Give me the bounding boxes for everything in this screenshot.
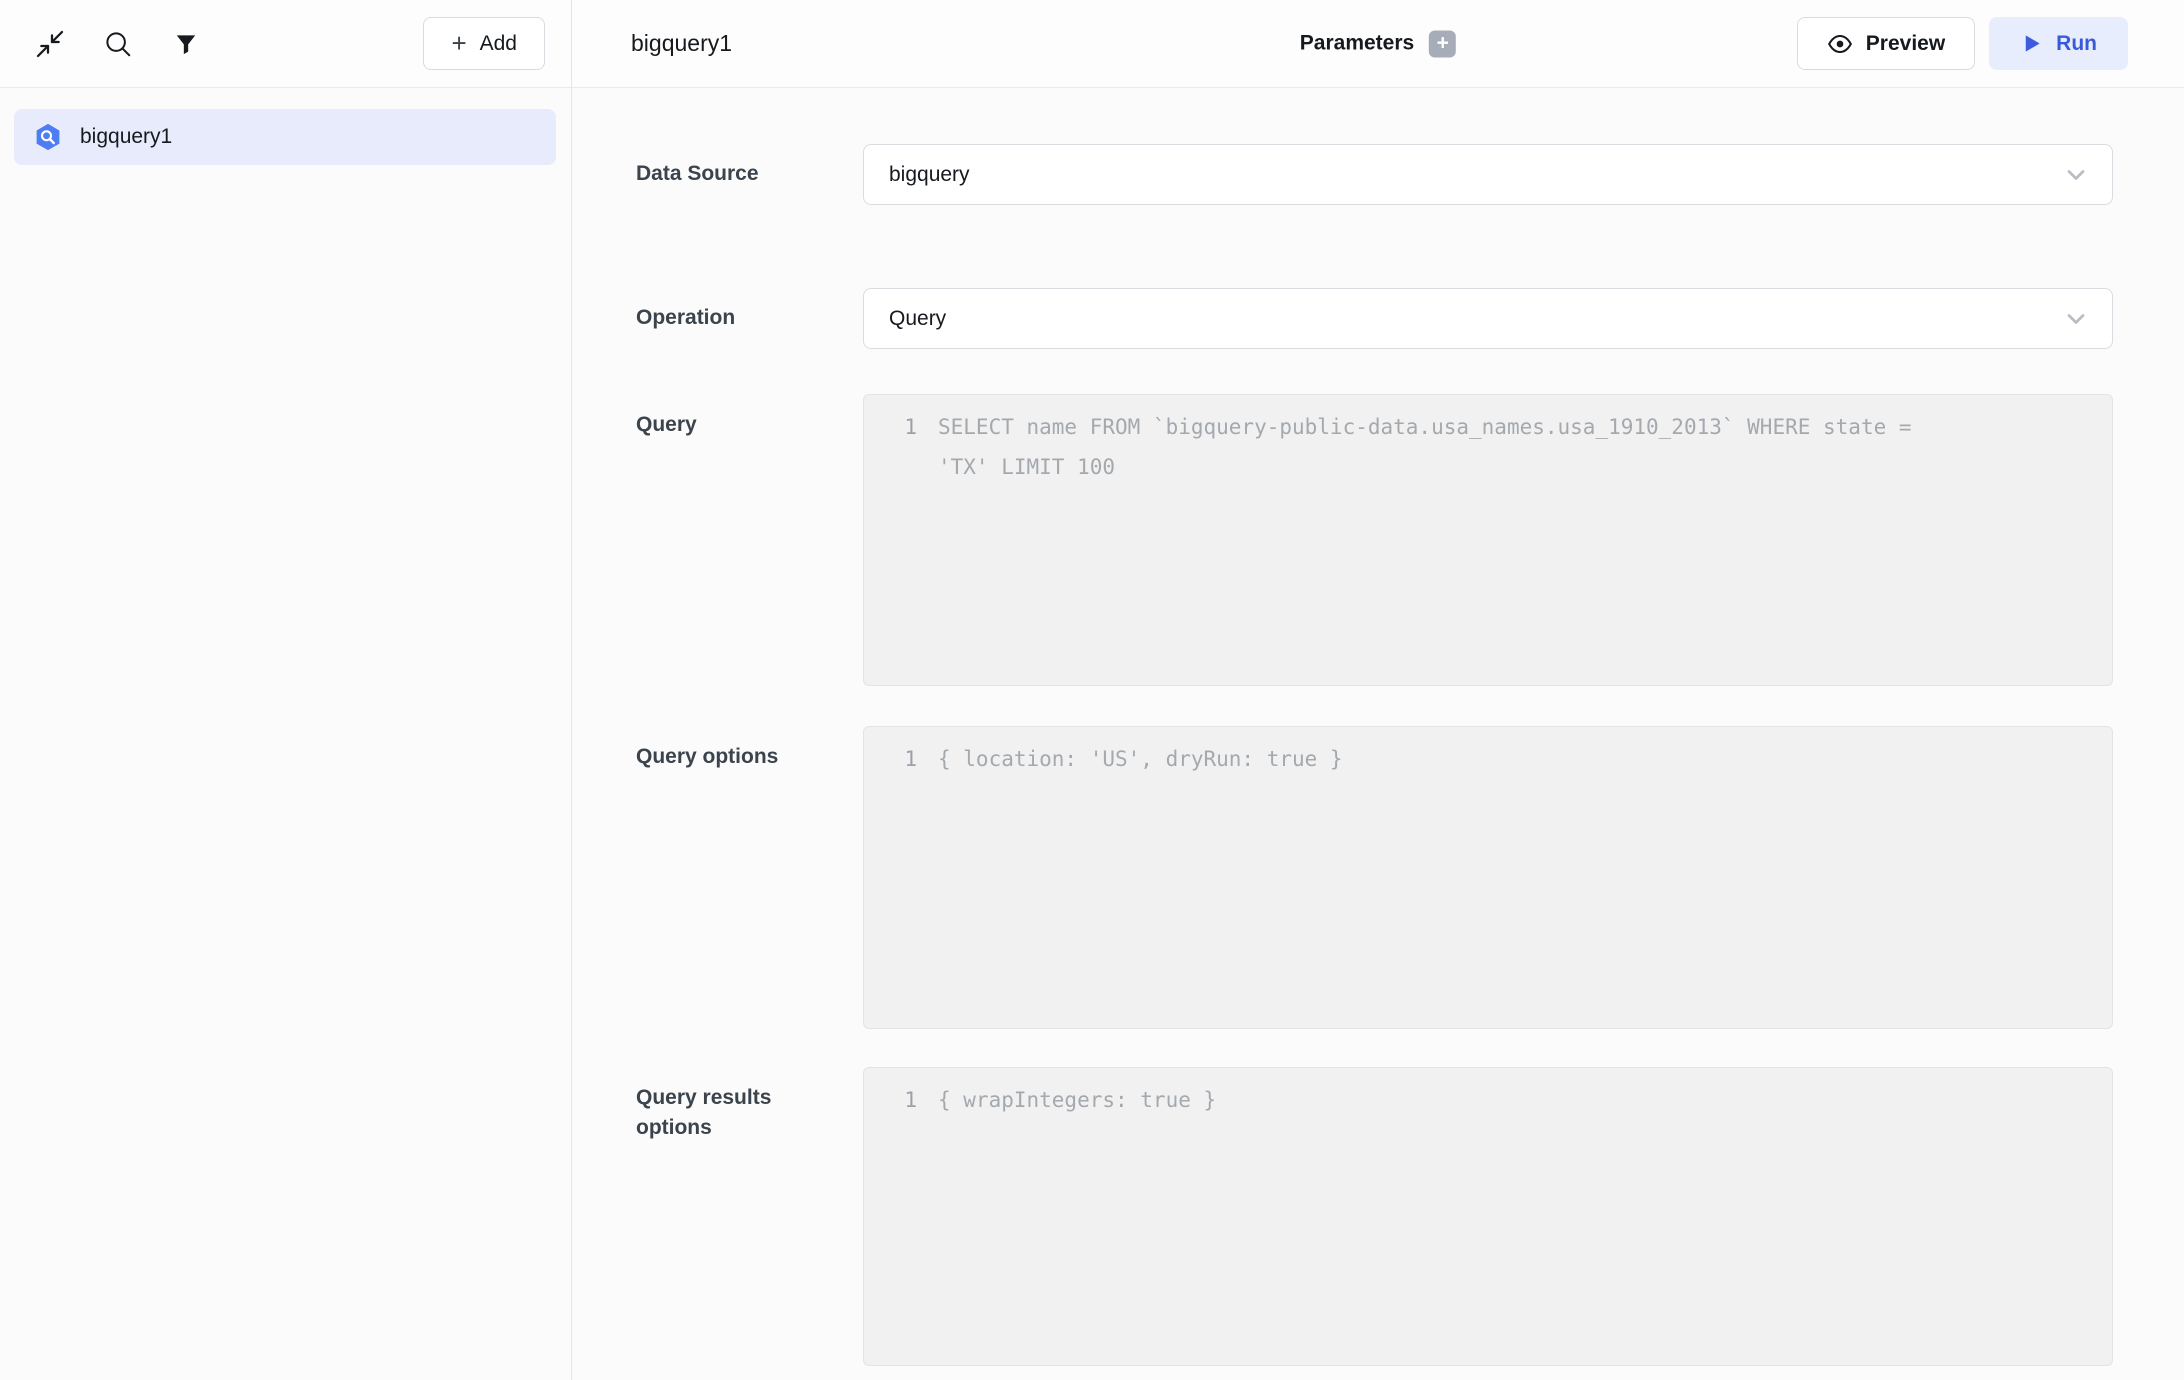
header-actions: Preview Run	[1797, 17, 2128, 70]
add-parameter-button[interactable]: +	[1429, 30, 1456, 57]
search-button[interactable]	[100, 26, 136, 62]
main-panel: bigquery1 Parameters + Preview	[572, 0, 2184, 1380]
line-number: 1	[904, 407, 917, 447]
parameters-label: Parameters	[1300, 32, 1414, 56]
play-icon	[2020, 32, 2043, 55]
data-source-select[interactable]: bigquery	[863, 144, 2113, 205]
preview-button[interactable]: Preview	[1797, 17, 1975, 70]
query-code-editor[interactable]: 1 SELECT name FROM `bigquery-public-data…	[863, 394, 2113, 686]
operation-label: Operation	[636, 303, 863, 333]
collapse-panel-button[interactable]	[32, 26, 68, 62]
query-list-item-bigquery1[interactable]: bigquery1	[14, 109, 556, 165]
eye-icon	[1827, 31, 1853, 57]
operation-row: Operation Query	[636, 288, 2113, 349]
search-icon	[103, 29, 133, 59]
query-options-row: Query options 1 { location: 'US', dryRun…	[636, 726, 2113, 1029]
query-options-editor[interactable]: 1 { location: 'US', dryRun: true }	[863, 726, 2113, 1029]
filter-icon	[173, 31, 199, 57]
run-button-label: Run	[2056, 32, 2097, 56]
query-results-options-label: Query results options	[636, 1067, 863, 1144]
bigquery-icon	[33, 122, 63, 152]
collapse-icon	[34, 28, 66, 60]
query-options-label: Query options	[636, 726, 863, 772]
query-results-options-placeholder: { wrapIntegers: true }	[938, 1080, 1216, 1120]
run-button[interactable]: Run	[1989, 17, 2128, 70]
line-number: 1	[904, 1080, 917, 1120]
operation-select[interactable]: Query	[863, 288, 2113, 349]
sidebar-toolbar: + Add	[0, 0, 571, 88]
query-options-placeholder: { location: 'US', dryRun: true }	[938, 739, 1343, 779]
query-form: Data Source bigquery Operation Query	[572, 88, 2184, 1380]
query-results-options-editor[interactable]: 1 { wrapIntegers: true }	[863, 1067, 2113, 1366]
query-placeholder: SELECT name FROM `bigquery-public-data.u…	[938, 407, 1968, 487]
add-button-label: Add	[480, 32, 517, 56]
plus-icon: +	[451, 30, 466, 56]
sidebar: + Add bigquery1	[0, 0, 572, 1380]
query-row: Query 1 SELECT name FROM `bigquery-publi…	[636, 394, 2113, 686]
app: + Add bigquery1 bigquery1 Parame	[0, 0, 2184, 1380]
query-results-options-row: Query results options 1 { wrapIntegers: …	[636, 1067, 2113, 1366]
add-query-button[interactable]: + Add	[423, 17, 545, 70]
query-label: Query	[636, 394, 863, 440]
data-source-value: bigquery	[889, 163, 970, 187]
preview-button-label: Preview	[1866, 32, 1945, 56]
line-number: 1	[904, 739, 917, 779]
query-header: bigquery1 Parameters + Preview	[572, 0, 2184, 88]
operation-value: Query	[889, 307, 946, 331]
chevron-down-icon	[2062, 161, 2090, 189]
query-title: bigquery1	[631, 30, 732, 57]
data-source-label: Data Source	[636, 159, 863, 189]
query-list: bigquery1	[0, 88, 571, 1380]
filter-button[interactable]	[168, 26, 204, 62]
query-item-label: bigquery1	[80, 125, 172, 149]
chevron-down-icon	[2062, 305, 2090, 333]
data-source-row: Data Source bigquery	[636, 144, 2113, 205]
parameters-section: Parameters +	[1300, 30, 1456, 57]
